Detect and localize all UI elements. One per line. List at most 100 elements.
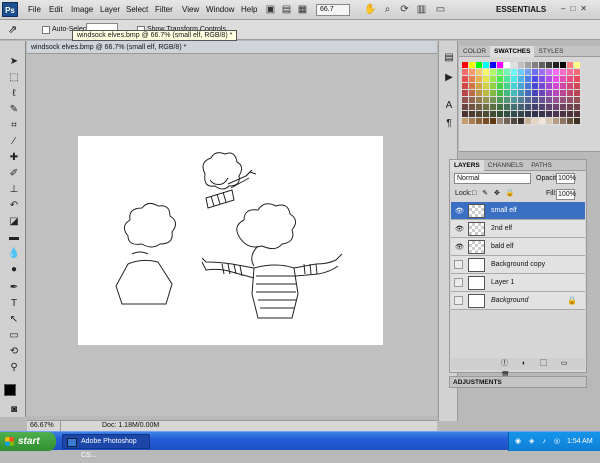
color-swatch[interactable] <box>560 83 567 90</box>
path-select-tool-icon[interactable]: ↖ <box>7 313 21 327</box>
color-swatch[interactable] <box>567 69 574 76</box>
color-swatch[interactable] <box>497 76 504 83</box>
color-swatch[interactable] <box>525 97 532 104</box>
color-swatch[interactable] <box>553 69 560 76</box>
color-swatch[interactable] <box>532 83 539 90</box>
blend-mode-select[interactable]: Normal <box>454 173 531 184</box>
swatch-grid[interactable] <box>462 62 581 125</box>
color-swatch[interactable] <box>553 76 560 83</box>
color-swatch[interactable] <box>553 97 560 104</box>
mini-bridge-icon[interactable]: ▤ <box>280 3 293 16</box>
shape-tool-icon[interactable]: ▭ <box>7 329 21 343</box>
dodge-tool-icon[interactable]: ● <box>7 263 21 277</box>
color-swatch[interactable] <box>469 97 476 104</box>
color-swatch[interactable] <box>469 83 476 90</box>
color-swatch[interactable] <box>560 90 567 97</box>
color-swatch[interactable] <box>560 97 567 104</box>
document-tab[interactable]: windsock elves.bmp @ 66.7% (small elf, R… <box>27 41 437 54</box>
color-swatch[interactable] <box>511 118 518 125</box>
color-swatch[interactable] <box>511 62 518 69</box>
layer-row[interactable]: 👁 small elf <box>451 202 585 220</box>
color-swatch[interactable] <box>546 69 553 76</box>
color-swatch[interactable] <box>504 62 511 69</box>
color-swatch[interactable] <box>574 118 581 125</box>
color-swatch[interactable] <box>476 90 483 97</box>
color-swatch[interactable] <box>539 83 546 90</box>
color-swatch[interactable] <box>483 111 490 118</box>
color-swatch[interactable] <box>462 118 469 125</box>
color-swatch[interactable] <box>504 104 511 111</box>
view-extras-icon[interactable]: ▦ <box>296 3 309 16</box>
color-swatch[interactable] <box>546 97 553 104</box>
color-swatch[interactable] <box>532 104 539 111</box>
layer-row[interactable]: Background 🔒 <box>451 292 585 310</box>
color-swatch[interactable] <box>476 97 483 104</box>
taskbar-photoshop-button[interactable]: Adobe Photoshop CS... <box>62 434 150 459</box>
hand-tool-icon[interactable]: ✋ <box>364 3 377 16</box>
color-swatch[interactable] <box>539 62 546 69</box>
color-swatch[interactable] <box>511 76 518 83</box>
color-swatch[interactable] <box>504 111 511 118</box>
color-swatch[interactable] <box>469 118 476 125</box>
color-swatch[interactable] <box>483 62 490 69</box>
color-swatch[interactable] <box>574 76 581 83</box>
actions-panel-icon[interactable]: ▶ <box>442 71 456 85</box>
crop-tool-icon[interactable]: ⌗ <box>7 119 21 133</box>
eye-icon[interactable]: 👁 <box>455 243 464 251</box>
color-swatch[interactable] <box>462 62 469 69</box>
color-swatch[interactable] <box>539 97 546 104</box>
start-button[interactable]: start <box>0 432 56 451</box>
color-swatch[interactable] <box>483 83 490 90</box>
menu-view[interactable]: View <box>182 5 199 14</box>
color-swatch[interactable] <box>518 97 525 104</box>
menu-edit[interactable]: Edit <box>49 5 63 14</box>
color-swatch[interactable] <box>560 69 567 76</box>
visibility-toggle[interactable] <box>454 296 463 305</box>
layers-panel-actions[interactable]: ⓕ ◐ ▢ ▭ 🗑 <box>451 358 585 379</box>
color-swatch[interactable] <box>546 111 553 118</box>
menu-select[interactable]: Select <box>126 5 148 14</box>
color-swatch[interactable] <box>476 69 483 76</box>
color-swatch[interactable] <box>567 83 574 90</box>
color-swatch[interactable] <box>504 83 511 90</box>
color-swatch[interactable] <box>497 83 504 90</box>
color-swatch[interactable] <box>483 90 490 97</box>
gradient-tool-icon[interactable]: ▬ <box>7 231 21 245</box>
tab-styles[interactable]: STYLES <box>534 46 567 57</box>
color-swatch[interactable] <box>539 76 546 83</box>
color-swatch[interactable] <box>560 62 567 69</box>
color-swatch[interactable] <box>511 83 518 90</box>
color-swatch[interactable] <box>546 62 553 69</box>
color-swatch[interactable] <box>497 62 504 69</box>
color-swatch[interactable] <box>567 104 574 111</box>
color-swatch[interactable] <box>560 111 567 118</box>
auto-select-checkbox[interactable] <box>42 26 50 34</box>
tab-color[interactable]: COLOR <box>459 46 490 57</box>
foreground-color-swatch[interactable] <box>4 384 16 396</box>
color-swatch[interactable] <box>574 69 581 76</box>
color-swatch[interactable] <box>511 104 518 111</box>
color-swatch[interactable] <box>539 90 546 97</box>
color-swatch[interactable] <box>504 76 511 83</box>
zoom-status-field[interactable]: 66.67% <box>27 421 61 431</box>
color-swatch[interactable] <box>525 118 532 125</box>
color-swatch[interactable] <box>574 97 581 104</box>
pen-tool-icon[interactable]: ✒ <box>7 281 21 295</box>
color-swatch[interactable] <box>490 111 497 118</box>
healing-brush-tool-icon[interactable]: ✚ <box>7 151 21 165</box>
color-swatch[interactable] <box>532 118 539 125</box>
move-tool-icon[interactable]: ⇗ <box>8 23 17 36</box>
color-swatch[interactable] <box>490 118 497 125</box>
layer-row[interactable]: Background copy <box>451 256 585 274</box>
color-swatch[interactable] <box>518 62 525 69</box>
color-swatch[interactable] <box>574 90 581 97</box>
rotate-view-icon[interactable]: ⟳ <box>398 3 411 16</box>
menu-image[interactable]: Image <box>71 5 93 14</box>
color-swatch[interactable] <box>476 104 483 111</box>
tab-swatches[interactable]: SWATCHES <box>490 46 535 57</box>
document-canvas[interactable] <box>78 136 383 345</box>
color-swatch[interactable] <box>497 90 504 97</box>
color-swatch[interactable] <box>490 69 497 76</box>
color-swatch[interactable] <box>574 111 581 118</box>
color-swatch[interactable] <box>525 104 532 111</box>
